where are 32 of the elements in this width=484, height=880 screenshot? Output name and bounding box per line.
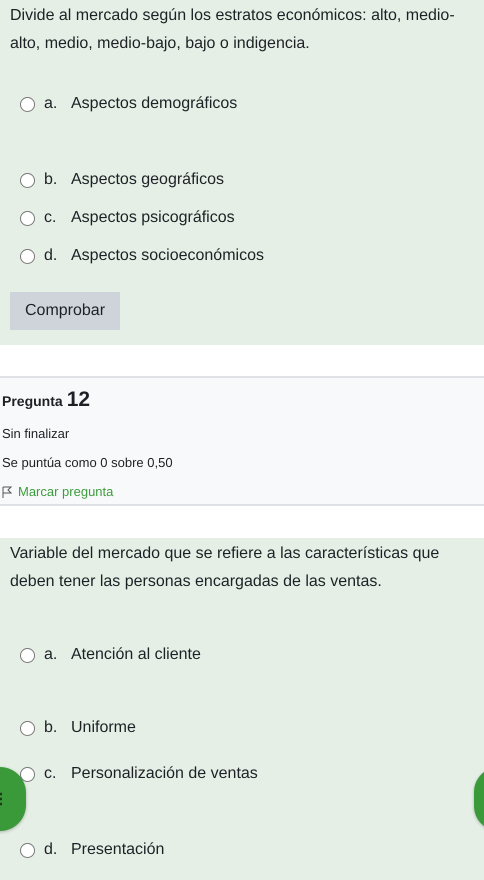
radio-button[interactable] (20, 172, 35, 188)
option-text: Aspectos psicográficos (71, 209, 235, 227)
question-text: Divide al mercado según los estratos económicos: alto, medio-alto, medio, medio-bajo, bajo o indigencia. (10, 6, 456, 54)
radio-button[interactable] (20, 96, 35, 112)
option-text: Presentación (71, 841, 164, 859)
question-number: 12 (66, 388, 90, 412)
radio-button[interactable] (20, 720, 35, 736)
option-letter: d. (44, 841, 58, 859)
flag-icon[interactable] (2, 486, 12, 498)
option-text: Personalización de ventas (71, 765, 258, 783)
option-letter: c. (44, 209, 58, 227)
check-button[interactable]: Comprobar (10, 292, 120, 330)
option-text: Aspectos geográficos (71, 171, 224, 189)
option-letter: b. (44, 171, 58, 189)
option-text: Aspectos demográficos (71, 95, 238, 113)
option-letter: a. (44, 95, 58, 113)
question-grade: Se puntúa como 0 sobre 0,50 (2, 455, 174, 470)
option-text: Uniforme (71, 719, 136, 737)
radio-button[interactable] (20, 248, 35, 264)
option-letter: b. (44, 719, 58, 737)
radio-button[interactable] (20, 648, 35, 662)
option-text: Atención al cliente (71, 646, 201, 664)
option-letter: a. (44, 646, 58, 664)
question-status: Sin finalizar (2, 426, 70, 441)
option-letter: d. (44, 247, 58, 265)
question-text: Variable del mercado que se refiere a las características que deben tener las personas encargadas de las ventas. (10, 544, 440, 592)
question-label: Pregunta (2, 393, 63, 409)
option-letter: c. (44, 765, 58, 783)
option-text: Aspectos socioeconómicos (71, 247, 264, 265)
radio-button[interactable] (20, 842, 35, 858)
radio-button[interactable] (20, 210, 35, 226)
radio-button[interactable] (20, 766, 35, 782)
